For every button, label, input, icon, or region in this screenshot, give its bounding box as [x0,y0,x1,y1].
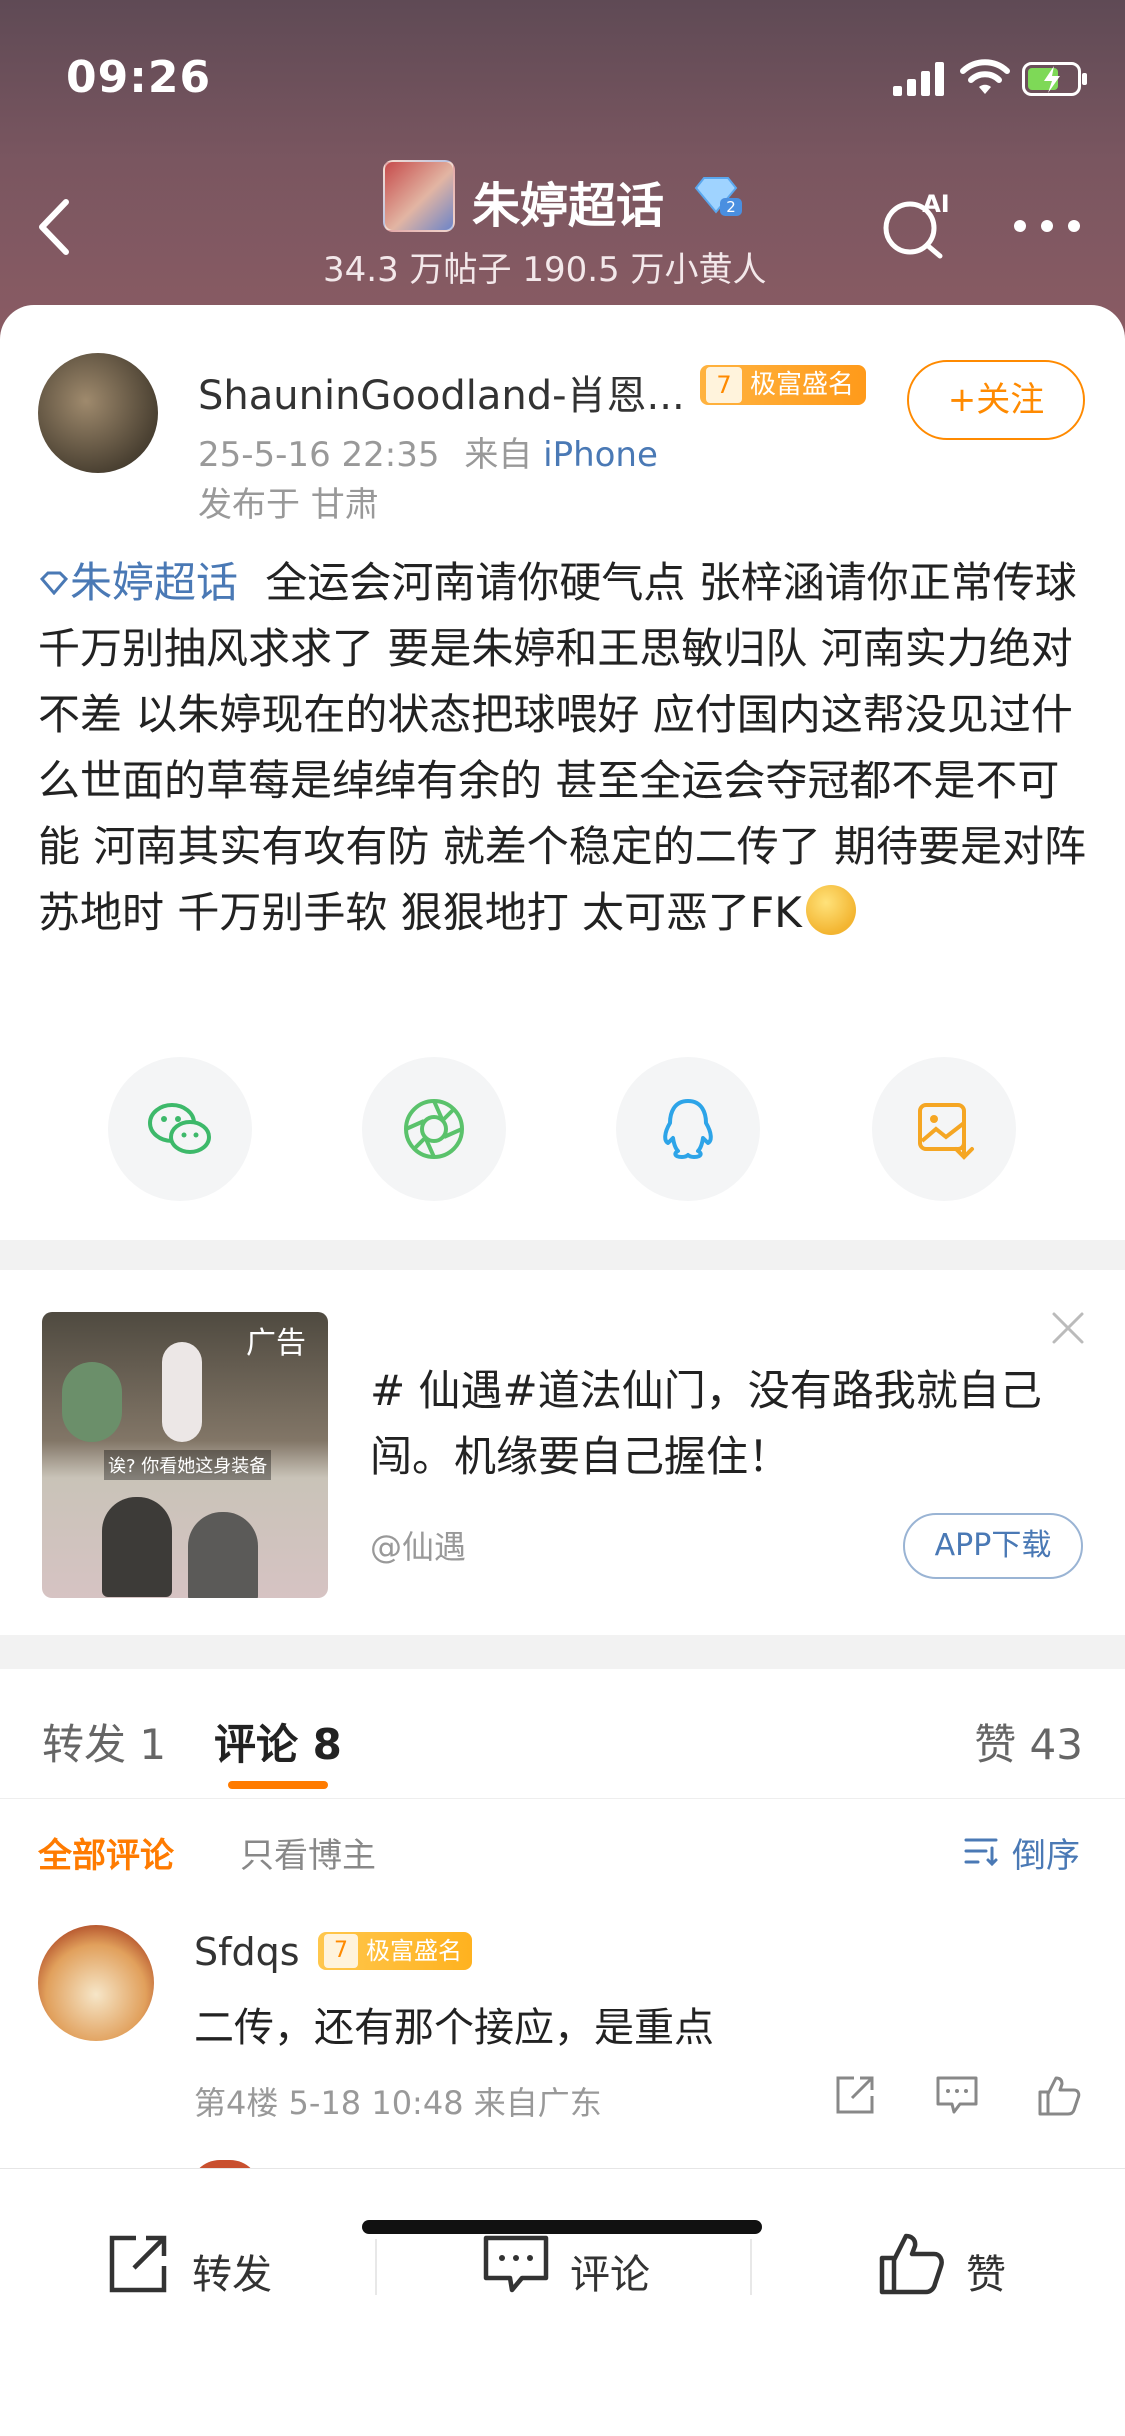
topic-avatar[interactable] [383,160,455,232]
avatar[interactable] [38,1925,154,2041]
post-meta: 25-5-16 22:35 来自 iPhone [198,427,658,476]
sort-icon[interactable] [962,1834,1000,1868]
ad-tag: 广告 [246,1326,306,1361]
more-icon[interactable] [1012,216,1082,236]
signal-icon [893,62,944,96]
level-number: 7 [324,1934,358,1968]
wechat-icon [148,1103,211,1154]
angry-emoji-icon [805,885,856,935]
share-moments-button[interactable] [362,1057,506,1201]
level-badge: 7 极富盛名 [318,1932,472,1970]
ad-card[interactable]: 广告 诶? 你看她这身装备 # 仙遇#道法仙门，没有路我就自己闯。机缘要自己握住… [0,1270,1125,1635]
diamond-topic-icon [39,571,69,596]
comment-text[interactable]: 二传，还有那个接应，是重点 [194,1995,714,2053]
repost-icon [109,2235,167,2293]
post-username[interactable]: ShauninGoodland-肖恩... [198,363,685,421]
svg-text:2: 2 [726,198,736,216]
repost-icon[interactable] [832,2072,878,2118]
save-image-icon [918,1103,974,1160]
ad-caption: 诶? 你看她这身装备 [104,1450,272,1480]
comment-username[interactable]: Sfdqs [194,1930,300,1974]
level-number: 7 [706,367,742,403]
comment-button[interactable]: 评论 [482,2224,682,2304]
ad-thumbnail[interactable]: 广告 诶? 你看她这身装备 [42,1312,328,1598]
level-text: 极富盛名 [366,1937,462,1965]
like-icon [879,2233,944,2295]
divider [0,1635,1125,1669]
ad-source[interactable]: @仙遇 [370,1522,466,1568]
home-indicator [362,2220,762,2234]
topic-header: 朱婷超话 2 34.3 万帖子 190.5 万小黄人 AI [0,150,1125,300]
ai-label: AI [922,190,950,218]
app-download-button[interactable]: APP下载 [903,1513,1083,1579]
post-body: 全运会河南请你硬气点 张梓涵请你正常传球千万别抽风求求了 要是朱婷和王思敏归队 … [38,558,1087,937]
tab-repost[interactable]: 转发 1 [42,1711,166,1772]
follow-button[interactable]: +关注 [907,360,1085,440]
comment-filters: 全部评论 只看博主 倒序 [0,1800,1125,1900]
interaction-tabs: 转发 1 评论 8 赞 43 [0,1669,1125,1799]
save-image-button[interactable] [872,1057,1016,1201]
post-card: ShauninGoodland-肖恩... 7 极富盛名 +关注 25-5-16… [0,305,1125,1240]
like-button[interactable]: 赞 [878,2224,1058,2304]
ad-text[interactable]: # 仙遇#道法仙门，没有路我就自己闯。机缘要自己握住！ [370,1358,1080,1490]
filter-all-comments[interactable]: 全部评论 [38,1828,174,1877]
post-date: 25-5-16 22:35 [198,435,440,475]
ad-person [102,1497,172,1597]
filter-op-only[interactable]: 只看博主 [240,1828,376,1877]
battery-charging-icon [1022,62,1087,96]
divider [750,2239,752,2295]
divider [0,1240,1125,1270]
like-label: 赞 [966,2252,1006,2298]
level-text: 极富盛名 [750,370,855,400]
topic-link-label[interactable]: 朱婷超话 [70,558,238,607]
tab-likes[interactable]: 赞 43 [974,1711,1083,1772]
share-row [0,1057,1125,1207]
post-location: 发布于 甘肃 [198,485,379,525]
share-qq-button[interactable] [616,1057,760,1201]
status-bar: 09:26 [0,0,1125,150]
ai-search-icon[interactable]: AI [880,190,960,260]
repost-label: 转发 [192,2252,272,2298]
topic-title[interactable]: 朱婷超话 [472,166,664,236]
comment-meta: 第4楼 5-18 10:48 来自广东 [194,2084,602,2122]
ad-person [188,1512,258,1598]
sort-label[interactable]: 倒序 [1012,1828,1080,1877]
comment-icon [483,2235,549,2293]
topic-link[interactable]: 朱婷超话 [38,558,238,607]
avatar[interactable] [38,353,158,473]
post-content: 朱婷超话 全运会河南请你硬气点 张梓涵请你正常传球千万别抽风求求了 要是朱婷和王… [38,550,1088,946]
post-source[interactable]: iPhone [543,435,658,475]
divider [375,2239,377,2295]
close-icon[interactable] [1050,1310,1086,1346]
share-wechat-button[interactable] [108,1057,252,1201]
comment-icon[interactable] [934,2072,980,2118]
diamond-level-icon: 2 [694,177,742,216]
level-badge: 7 极富盛名 [700,365,867,405]
tab-active-indicator [228,1781,328,1789]
ad-figure [62,1362,122,1442]
status-time: 09:26 [66,52,212,103]
tab-comment[interactable]: 评论 8 [214,1711,342,1772]
ad-figure [162,1342,202,1442]
qq-icon [663,1099,713,1159]
moments-icon [404,1099,464,1159]
bottom-action-bar: 转发 评论 赞 [0,2168,1125,2436]
wifi-icon [960,59,1010,94]
repost-button[interactable]: 转发 [104,2224,304,2304]
comment-label: 评论 [570,2252,650,2298]
like-icon[interactable] [1036,2072,1082,2118]
topic-stats: 34.3 万帖子 190.5 万小黄人 [323,250,767,290]
source-prefix: 来自 [464,435,533,475]
back-icon[interactable] [34,196,74,258]
